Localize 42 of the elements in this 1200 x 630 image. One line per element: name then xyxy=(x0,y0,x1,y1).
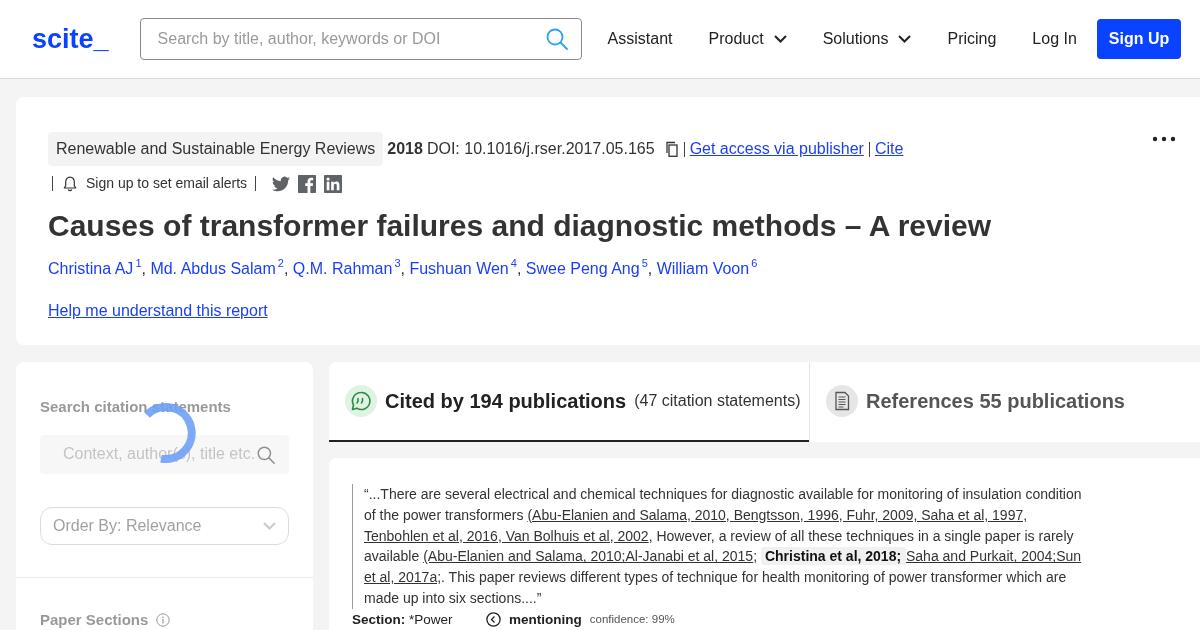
tab[interactable]: Cited by 194 publications (47 citation statements) xyxy=(329,362,809,442)
email-alerts-link[interactable]: Sign up to set email alerts xyxy=(86,173,248,194)
bell-icon[interactable] xyxy=(62,175,78,192)
chevron-down-icon[interactable] xyxy=(773,35,787,43)
text-link[interactable]: Cite xyxy=(874,137,904,161)
nav-link[interactable]: Log In xyxy=(1032,27,1077,51)
author-link[interactable]: William Voon$^{6}$ xyxy=(656,259,758,277)
nav-link[interactable]: Assistant xyxy=(607,27,673,51)
journal-tag[interactable]: Renewable and Sustainable Energy Reviews xyxy=(48,132,384,166)
nav-dropdown[interactable]: Product xyxy=(708,27,787,51)
author-link[interactable]: Swee Peng Ang$^{5}$ xyxy=(525,259,648,277)
help-link[interactable]: Help me understand this report xyxy=(48,298,268,323)
tab[interactable]: References 55 publications xyxy=(809,362,1141,442)
confidence-text: confidence: 99% xyxy=(589,612,675,628)
document-icon xyxy=(826,385,858,417)
citation-quote: “...There are several electrical and chemical techniques for diagnostic available for monitoring of insulation condition of the power transformers (Abu-Elanien and Salama, 2010, Bengtsson, 1996, Fuhr, 2009, Saha et al, 1997, Tenbohlen et al, 2016, Van Bolhuis et al, 2002, However, a review of all these techniques in a single paper is rarely available (Abu-Elanien and Salama, 2010;Al-Janabi et al, 2015; Christina et al, 2018; Saha and Purkait, 2004;Sun et al, 2017a;. This paper reviews different types of technique for health monitoring of power transformer which are made up into six sections....” xyxy=(352,484,1087,609)
author-link[interactable]: Md. Abdus Salam$^{2}$ xyxy=(150,259,284,277)
doi-text: DOI: 10.1016/j.rser.2017.05.165 xyxy=(426,139,655,159)
quote-bubble-icon xyxy=(345,385,377,417)
mentioning-icon xyxy=(486,612,501,628)
year-text: 2018 xyxy=(387,139,423,159)
facebook-icon[interactable] xyxy=(298,174,317,193)
author-link[interactable]: Fushuan Wen$^{4}$ xyxy=(409,259,517,277)
linkedin-icon[interactable] xyxy=(324,174,343,193)
author-link[interactable]: Christina AJ$^{1}$ xyxy=(48,259,142,277)
author-list: Christina AJ$^{1}$, Md. Abdus Salam$^{2}$, Q.M. Rahman$^{3}$, Fushuan Wen$^{4}$, Swee Peng Ang$^{5}$, William Voon$^{6}$ xyxy=(48,256,1176,281)
section-text: Section: *Power xyxy=(352,610,454,629)
author-link[interactable]: Q.M. Rahman$^{3}$ xyxy=(292,259,401,277)
classification-label: mentioning xyxy=(509,610,582,629)
section-heading: Paper Sections xyxy=(40,609,149,630)
paper-title: Causes of transformer failures and diagnostic methods – A review xyxy=(48,208,993,244)
nav-link[interactable]: Pricing xyxy=(947,27,997,51)
text-link[interactable]: Get access via publisher xyxy=(689,137,864,161)
chevron-down-icon[interactable] xyxy=(898,35,912,43)
more-options-icon[interactable] xyxy=(1152,136,1176,142)
twitter-icon[interactable] xyxy=(272,174,291,193)
sign-up-button[interactable]: Sign Up xyxy=(1096,19,1182,59)
search-icon[interactable] xyxy=(257,445,275,464)
search-icon[interactable] xyxy=(545,28,568,50)
search-field[interactable]: Search by title, author, keywords or DOI xyxy=(139,18,582,60)
scite-logo[interactable]: scite_ xyxy=(32,25,109,53)
nav-dropdown[interactable]: Solutions xyxy=(822,27,912,51)
